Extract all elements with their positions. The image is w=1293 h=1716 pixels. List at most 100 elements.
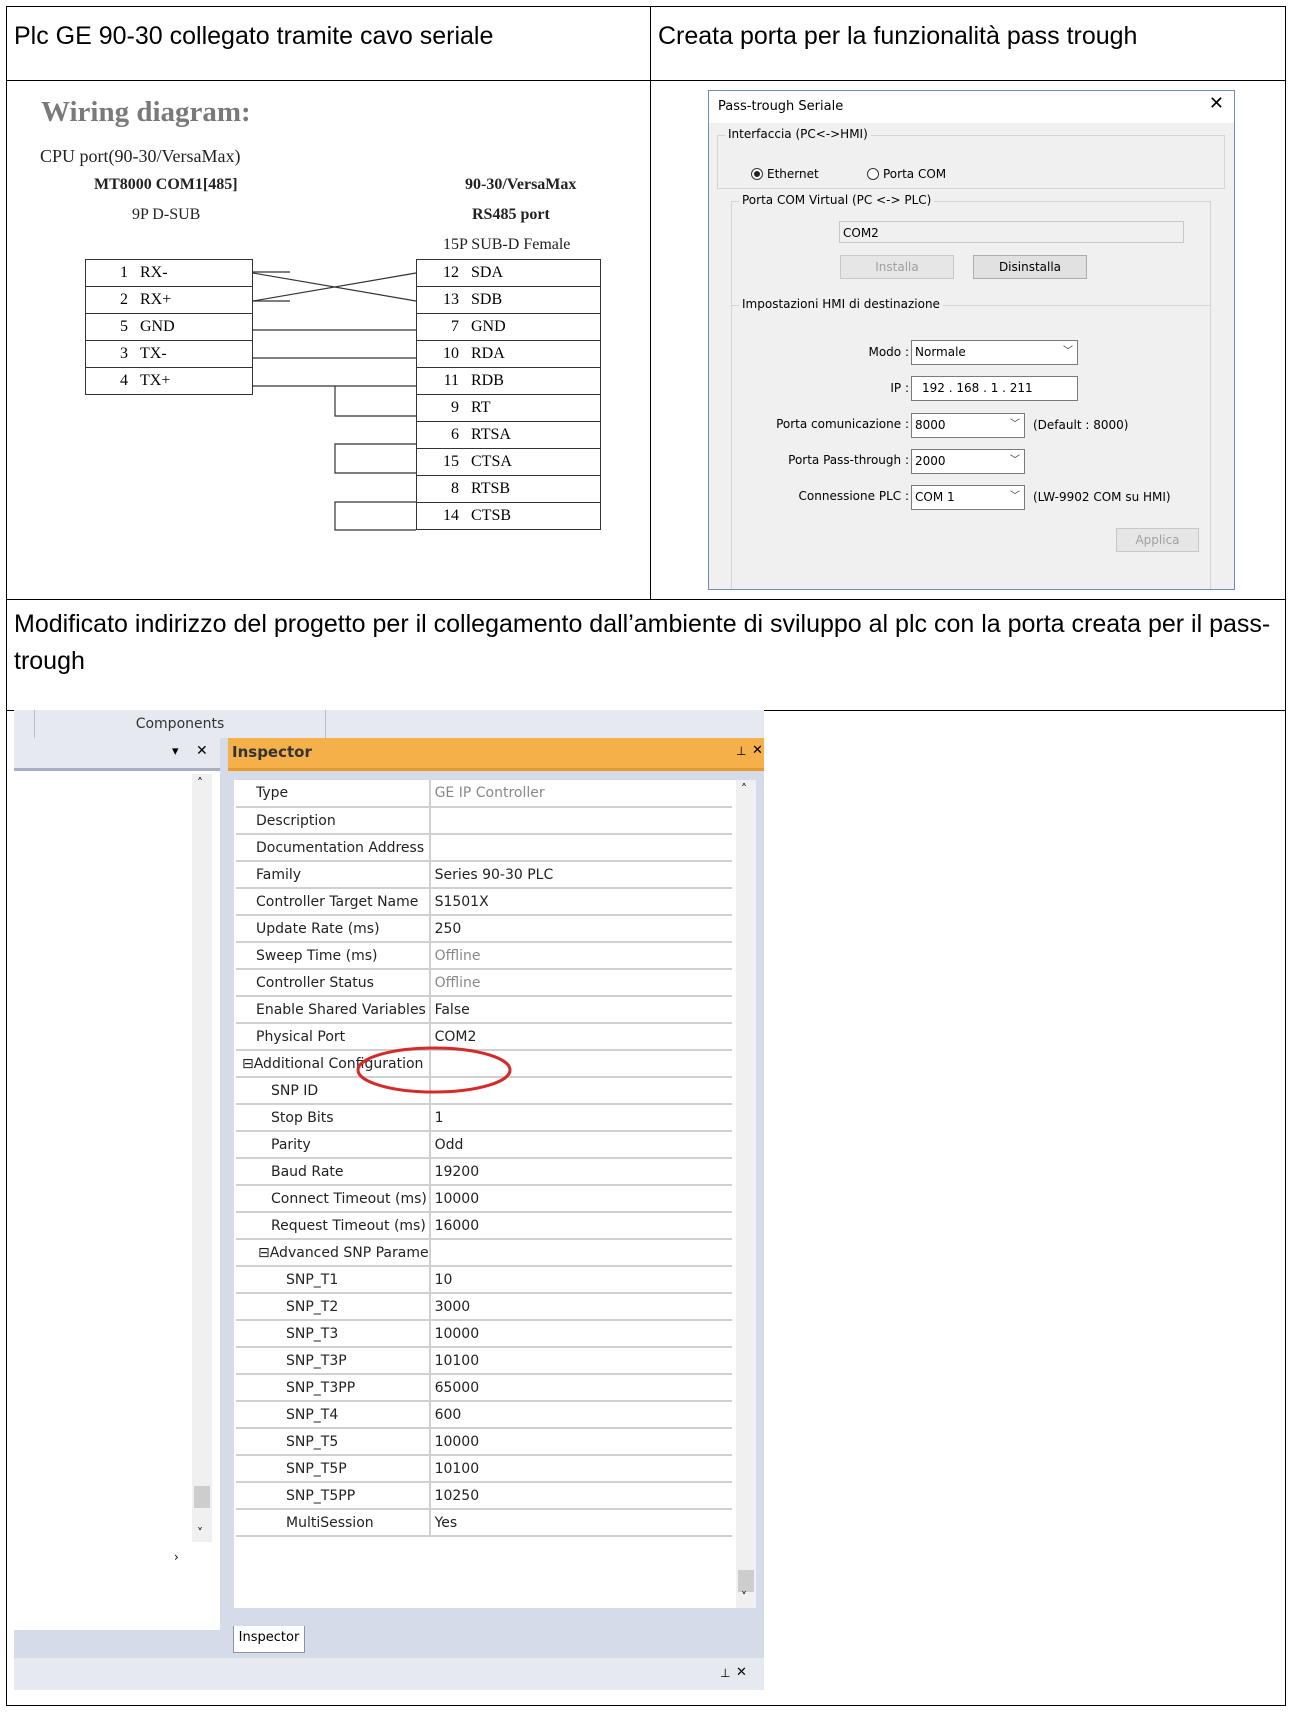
tab-components[interactable]: Components	[34, 710, 326, 738]
pin-icon[interactable]: ⊥	[736, 744, 746, 758]
property-key: Baud Rate	[236, 1158, 431, 1186]
apply-button[interactable]: Applica	[1116, 528, 1199, 552]
uninstall-button[interactable]: Disinstalla	[973, 255, 1087, 279]
com-port-radio[interactable]	[867, 168, 879, 180]
ethernet-radio[interactable]	[751, 168, 763, 180]
property-key: ⊟Advanced SNP Parame	[236, 1239, 431, 1267]
modo-select[interactable]: Normale ﹀	[911, 340, 1078, 365]
property-value[interactable]: Offline	[429, 969, 732, 997]
property-value[interactable]: GE IP Controller	[429, 780, 732, 808]
property-key: SNP_T5P	[236, 1455, 431, 1483]
porta-com-default: (Default : 8000)	[1033, 418, 1129, 432]
property-value[interactable]: 10000	[429, 1185, 732, 1213]
property-value[interactable]: S1501X	[429, 888, 732, 916]
porta-pass-select[interactable]: 2000 ﹀	[911, 449, 1025, 474]
property-row[interactable]: SNP_T3P 10100	[236, 1347, 732, 1375]
property-value[interactable]: 65000	[429, 1374, 732, 1402]
property-value[interactable]: 1	[429, 1104, 732, 1132]
property-row[interactable]: Family Series 90-30 PLC	[236, 861, 732, 889]
property-key: Documentation Address	[236, 834, 431, 862]
property-row[interactable]: Connect Timeout (ms) 10000	[236, 1185, 732, 1213]
highlight-circle	[356, 1046, 512, 1094]
property-value[interactable]: Series 90-30 PLC	[429, 861, 732, 889]
tab-inspector[interactable]: Inspector	[233, 1626, 305, 1653]
property-row[interactable]: Update Rate (ms) 250	[236, 915, 732, 943]
property-row[interactable]: SNP_T1 10	[236, 1266, 732, 1294]
property-grid-scrollbar[interactable]: ˄ ˅	[736, 780, 756, 1608]
property-value[interactable]: 19200	[429, 1158, 732, 1186]
property-key: Family	[236, 861, 431, 889]
ide-tabstrip: Components	[14, 710, 764, 738]
chevron-down-icon: ﹀	[1010, 455, 1020, 466]
property-row[interactable]: Stop Bits 1	[236, 1104, 732, 1132]
property-row[interactable]: Baud Rate 19200	[236, 1158, 732, 1186]
property-key: MultiSession	[236, 1509, 431, 1537]
chevron-down-icon: ﹀	[1010, 419, 1020, 430]
chevron-up-icon[interactable]: ˄	[741, 782, 747, 796]
property-row[interactable]: MultiSession Yes	[236, 1509, 732, 1537]
close-icon[interactable]: ✕	[736, 1665, 747, 1680]
property-key: Controller Status	[236, 969, 431, 997]
property-key: Controller Target Name	[236, 888, 431, 916]
property-key: Enable Shared Variables	[236, 996, 431, 1024]
property-value[interactable]: Offline	[429, 942, 732, 970]
property-row[interactable]: SNP_T3PP 65000	[236, 1374, 732, 1402]
dropdown-icon[interactable]: ▾	[172, 744, 179, 759]
property-value[interactable]: 3000	[429, 1293, 732, 1321]
chevron-down-icon[interactable]: ˅	[741, 1590, 747, 1604]
property-row[interactable]: SNP_T5P 10100	[236, 1455, 732, 1483]
property-row[interactable]: Sweep Time (ms) Offline	[236, 942, 732, 970]
property-value[interactable]: 16000	[429, 1212, 732, 1240]
chevron-right-icon[interactable]: ›	[174, 1550, 179, 1564]
close-icon[interactable]: ✕	[752, 743, 763, 758]
property-row[interactable]: SNP_T3 10000	[236, 1320, 732, 1348]
property-row[interactable]: Enable Shared Variables False	[236, 996, 732, 1024]
property-row[interactable]: Description	[236, 807, 732, 835]
property-value[interactable]: 10250	[429, 1482, 732, 1510]
property-value[interactable]	[429, 807, 732, 835]
property-value[interactable]: False	[429, 996, 732, 1024]
property-row[interactable]: Documentation Address	[236, 834, 732, 862]
property-value[interactable]	[429, 1239, 732, 1267]
property-value[interactable]: 250	[429, 915, 732, 943]
property-value[interactable]: 600	[429, 1401, 732, 1429]
property-row[interactable]: SNP_T5 10000	[236, 1428, 732, 1456]
porta-pass-value: 2000	[915, 454, 946, 468]
pin-icon[interactable]: ⊥	[720, 1666, 730, 1680]
property-row[interactable]: Type GE IP Controller	[236, 780, 732, 808]
virtual-com-group-label: Porta COM Virtual (PC <-> PLC)	[739, 193, 935, 207]
scrollbar-thumb[interactable]	[194, 1486, 210, 1508]
property-row[interactable]: Parity Odd	[236, 1131, 732, 1159]
chevron-up-icon[interactable]: ˄	[197, 776, 203, 790]
property-row[interactable]: Controller Target Name S1501X	[236, 888, 732, 916]
close-icon[interactable]: ✕	[196, 743, 208, 759]
property-value[interactable]: Yes	[429, 1509, 732, 1537]
left-pane-scrollbar[interactable]: ˄ ˅	[192, 774, 212, 1542]
property-value[interactable]: 10	[429, 1266, 732, 1294]
property-row[interactable]: SNP_T2 3000	[236, 1293, 732, 1321]
property-value[interactable]: 10100	[429, 1455, 732, 1483]
conn-plc-note: (LW-9902 COM su HMI)	[1033, 490, 1171, 504]
property-value[interactable]	[429, 834, 732, 862]
hmi-settings-group-label: Impostazioni HMI di destinazione	[739, 297, 943, 311]
property-row[interactable]: Controller Status Offline	[236, 969, 732, 997]
close-icon[interactable]: ✕	[1209, 93, 1224, 114]
property-grid: Type GE IP Controller Description Documenta…	[234, 780, 754, 1608]
install-button[interactable]: Installa	[840, 255, 954, 279]
property-row[interactable]: SNP_T5PP 10250	[236, 1482, 732, 1510]
ip-field[interactable]: 192 . 168 . 1 . 211	[911, 376, 1078, 401]
bottom-pane-header: ⊥ ✕	[14, 1658, 764, 1690]
porta-com-select[interactable]: 8000 ﹀	[911, 413, 1025, 438]
scrollbar-thumb[interactable]	[738, 1570, 754, 1592]
property-row[interactable]: SNP_T4 600	[236, 1401, 732, 1429]
conn-plc-label: Connessione PLC :	[798, 489, 909, 503]
conn-plc-select[interactable]: COM 1 ﹀	[911, 485, 1025, 510]
property-key: Stop Bits	[236, 1104, 431, 1132]
property-row[interactable]: Request Timeout (ms) 16000	[236, 1212, 732, 1240]
property-value[interactable]: 10100	[429, 1347, 732, 1375]
property-value[interactable]: 10000	[429, 1320, 732, 1348]
property-value[interactable]: Odd	[429, 1131, 732, 1159]
chevron-down-icon[interactable]: ˅	[197, 1526, 203, 1540]
property-value[interactable]: 10000	[429, 1428, 732, 1456]
property-row[interactable]: ⊟Advanced SNP Parame	[236, 1239, 732, 1267]
